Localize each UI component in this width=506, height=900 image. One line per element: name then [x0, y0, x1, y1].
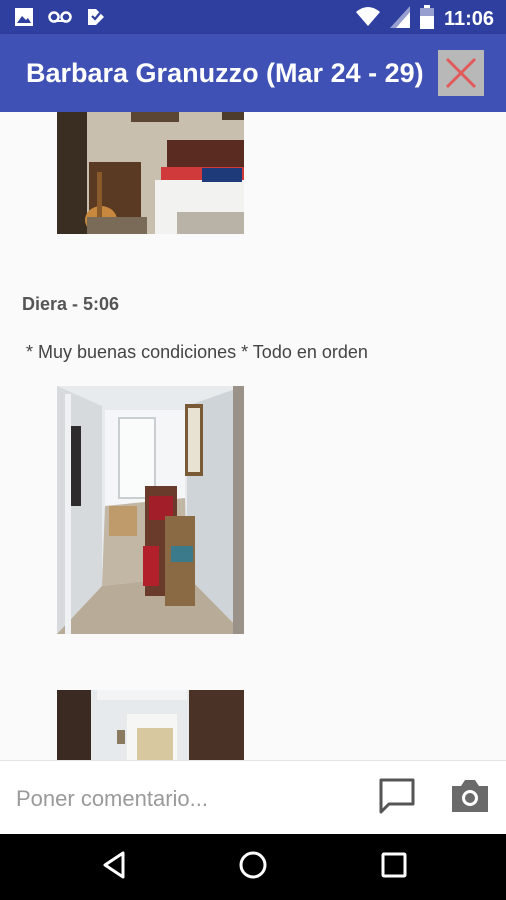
app-bar: Barbara Granuzzo (Mar 24 - 29) — [0, 34, 506, 112]
home-button[interactable] — [236, 850, 270, 884]
entry-comment: * Muy buenas condiciones * Todo en orden — [26, 342, 368, 362]
back-button[interactable] — [97, 850, 131, 884]
entry-photo[interactable] — [57, 112, 244, 234]
battery-icon — [419, 5, 434, 34]
back-icon — [101, 850, 127, 885]
entry-photo[interactable] — [57, 386, 244, 634]
clock: 11:06 — [443, 8, 494, 30]
comment-icon — [377, 776, 417, 821]
camera-button[interactable] — [449, 777, 491, 819]
home-icon — [238, 850, 268, 885]
camera-icon — [449, 777, 491, 820]
image-icon — [14, 7, 34, 32]
close-icon — [438, 50, 484, 101]
send-comment-button[interactable] — [376, 777, 418, 819]
entry-photo[interactable] — [57, 690, 244, 760]
close-button[interactable] — [438, 50, 484, 96]
entry-title: Diera - 5:06 — [22, 294, 120, 314]
voicemail-icon — [48, 9, 72, 30]
notification-icon — [86, 7, 106, 32]
report-feed[interactable]: Diera - 5:06 * Muy buenas condiciones * … — [0, 112, 506, 760]
wifi-icon — [355, 6, 380, 33]
system-nav-bar — [0, 834, 506, 900]
comment-input[interactable] — [14, 779, 358, 819]
recents-button[interactable] — [377, 850, 411, 884]
comment-bar — [0, 760, 506, 835]
status-bar: 11:06 — [0, 0, 506, 34]
signal-icon — [389, 6, 410, 33]
recents-icon — [380, 851, 408, 884]
page-title: Barbara Granuzzo (Mar 24 - 29) — [26, 58, 424, 88]
